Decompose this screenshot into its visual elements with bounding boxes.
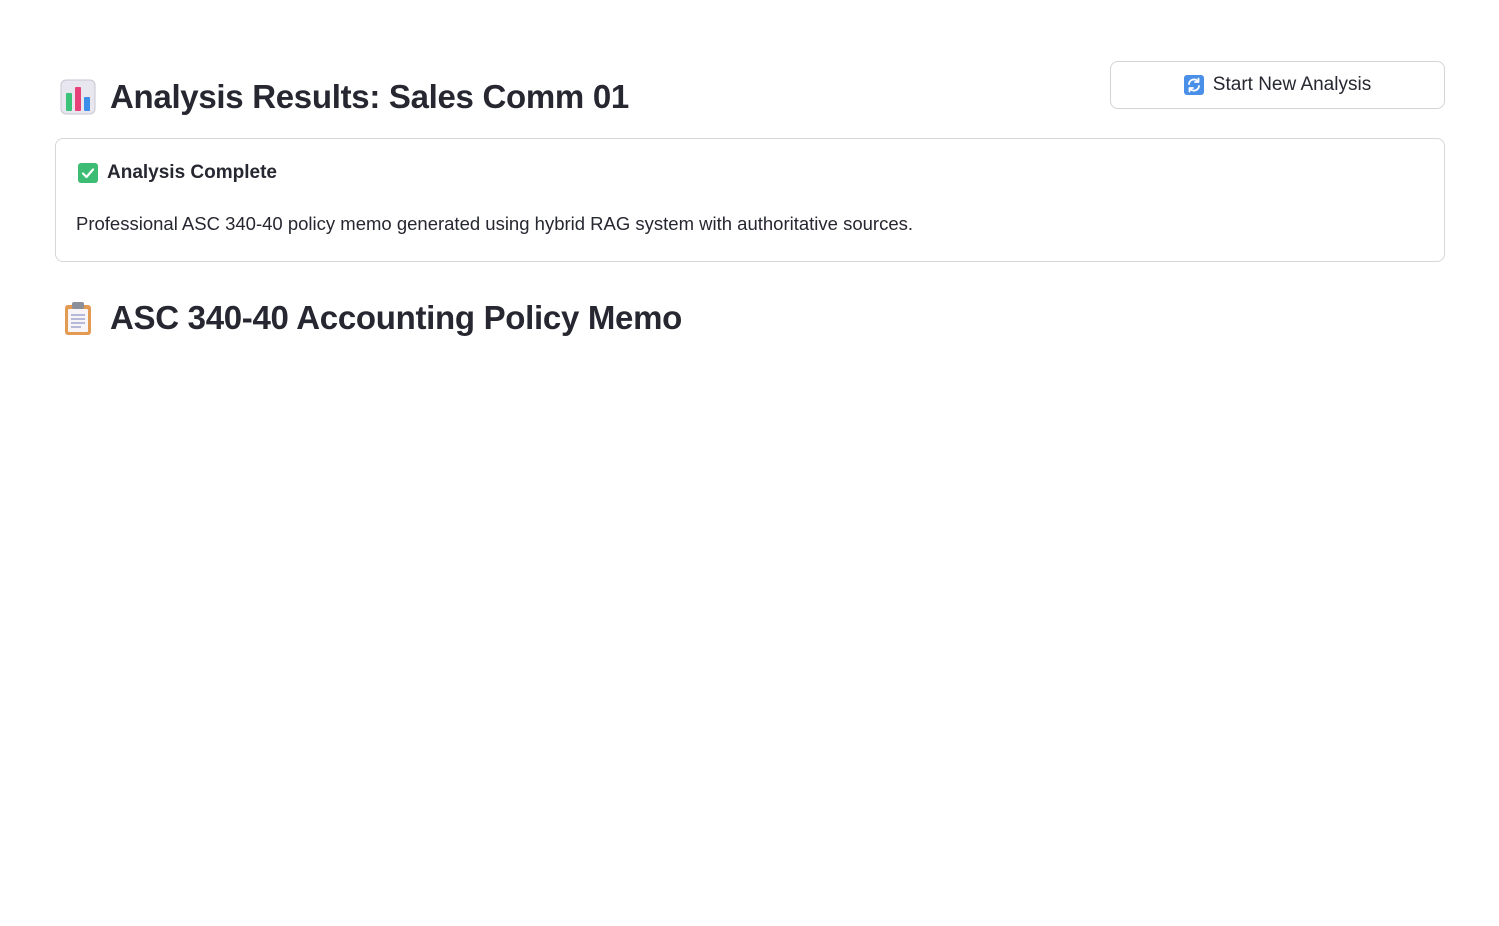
page-title-text: Analysis Results: Sales Comm 01 <box>110 78 629 115</box>
memo-title: ASC 340-40 Accounting Policy Memo <box>60 296 682 340</box>
analysis-results-page: Analysis Results: Sales Comm 01 Start Ne… <box>0 0 1499 926</box>
start-new-analysis-label: Start New Analysis <box>1212 74 1372 95</box>
bar-chart-icon <box>60 79 96 115</box>
memo-title-text: ASC 340-40 Accounting Policy Memo <box>110 299 683 336</box>
status-message: Professional ASC 340-40 policy memo gene… <box>76 213 914 234</box>
page-title: Analysis Results: Sales Comm 01 <box>60 75 629 119</box>
start-new-analysis-button[interactable]: Start New Analysis <box>1110 61 1445 109</box>
check-mark-icon <box>78 163 98 183</box>
clipboard-icon <box>65 302 91 335</box>
status-heading: Analysis Complete <box>78 162 277 184</box>
status-heading-text: Analysis Complete <box>107 162 277 183</box>
refresh-icon <box>1183 75 1204 95</box>
analysis-status-box: Analysis Complete Professional ASC 340-4… <box>55 138 1445 262</box>
results-header: Analysis Results: Sales Comm 01 Start Ne… <box>55 61 1445 121</box>
